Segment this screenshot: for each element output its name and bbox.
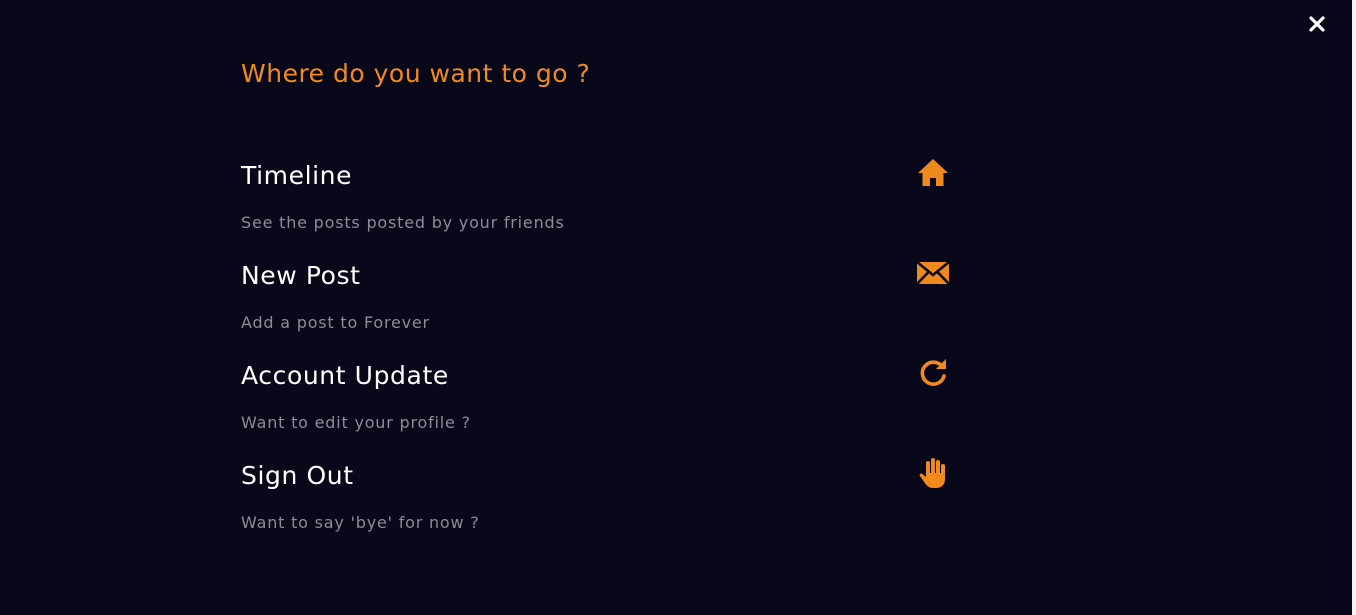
nav-item-account-update[interactable]: Account Update Want to edit your profile… xyxy=(241,359,953,451)
close-icon xyxy=(1306,13,1328,35)
nav-item-timeline[interactable]: Timeline See the posts posted by your fr… xyxy=(241,159,953,251)
nav-item-title: Sign Out xyxy=(241,461,354,490)
nav-item-title: Account Update xyxy=(241,361,449,390)
hand-icon xyxy=(915,455,951,491)
close-button[interactable] xyxy=(1306,13,1328,35)
nav-item-description: Add a post to Forever xyxy=(241,313,430,332)
menu-heading: Where do you want to go ? xyxy=(241,59,591,88)
nav-item-description: Want to say 'bye' for now ? xyxy=(241,513,480,532)
scrollbar[interactable] xyxy=(1352,0,1356,615)
nav-item-title: Timeline xyxy=(241,161,353,190)
nav-item-sign-out[interactable]: Sign Out Want to say 'bye' for now ? xyxy=(241,458,953,551)
nav-item-description: Want to edit your profile ? xyxy=(241,413,471,432)
nav-item-title: New Post xyxy=(241,261,361,290)
nav-item-new-post[interactable]: New Post Add a post to Forever xyxy=(241,260,953,351)
envelope-icon xyxy=(915,255,951,291)
navigation-overlay: Where do you want to go ? Timeline See t… xyxy=(0,0,1356,615)
home-icon xyxy=(915,155,951,191)
nav-item-description: See the posts posted by your friends xyxy=(241,213,565,232)
refresh-icon xyxy=(915,355,951,391)
